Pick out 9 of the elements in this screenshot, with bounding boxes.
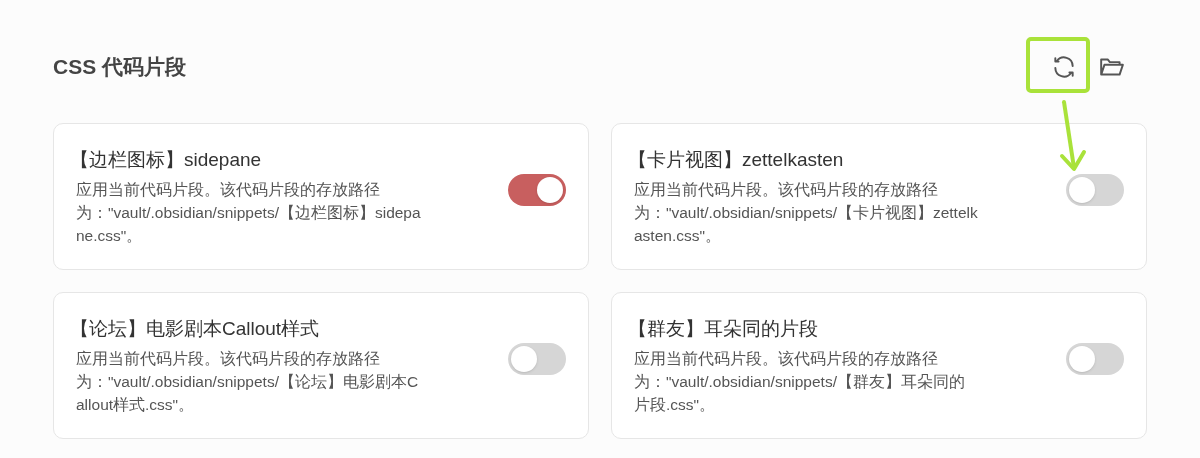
snippet-description: 应用当前代码片段。该代码片段的存放路径为："vault/.obsidian/snippets/【群友】耳朵同的片段.css"。 bbox=[634, 348, 966, 415]
section-title: CSS 代码片段 bbox=[53, 54, 186, 81]
snippet-description: 应用当前代码片段。该代码片段的存放路径为："vault/.obsidian/snippets/【论坛】电影剧本Callout样式.css"。 bbox=[76, 348, 420, 415]
snippet-title: 【群友】耳朵同的片段 bbox=[628, 316, 819, 341]
snippet-title: 【卡片视图】zettelkasten bbox=[628, 147, 845, 172]
snippet-description: 应用当前代码片段。该代码片段的存放路径为："vault/.obsidian/snippets/【边栏图标】sidepane.css"。 bbox=[76, 179, 421, 246]
snippet-title: 【论坛】电影剧本Callout样式 bbox=[70, 316, 321, 341]
snippet-title: 【边栏图标】sidepane bbox=[70, 147, 263, 172]
snippet-description: 应用当前代码片段。该代码片段的存放路径为："vault/.obsidian/snippets/【卡片视图】zettelkasten.css"。 bbox=[634, 179, 979, 246]
